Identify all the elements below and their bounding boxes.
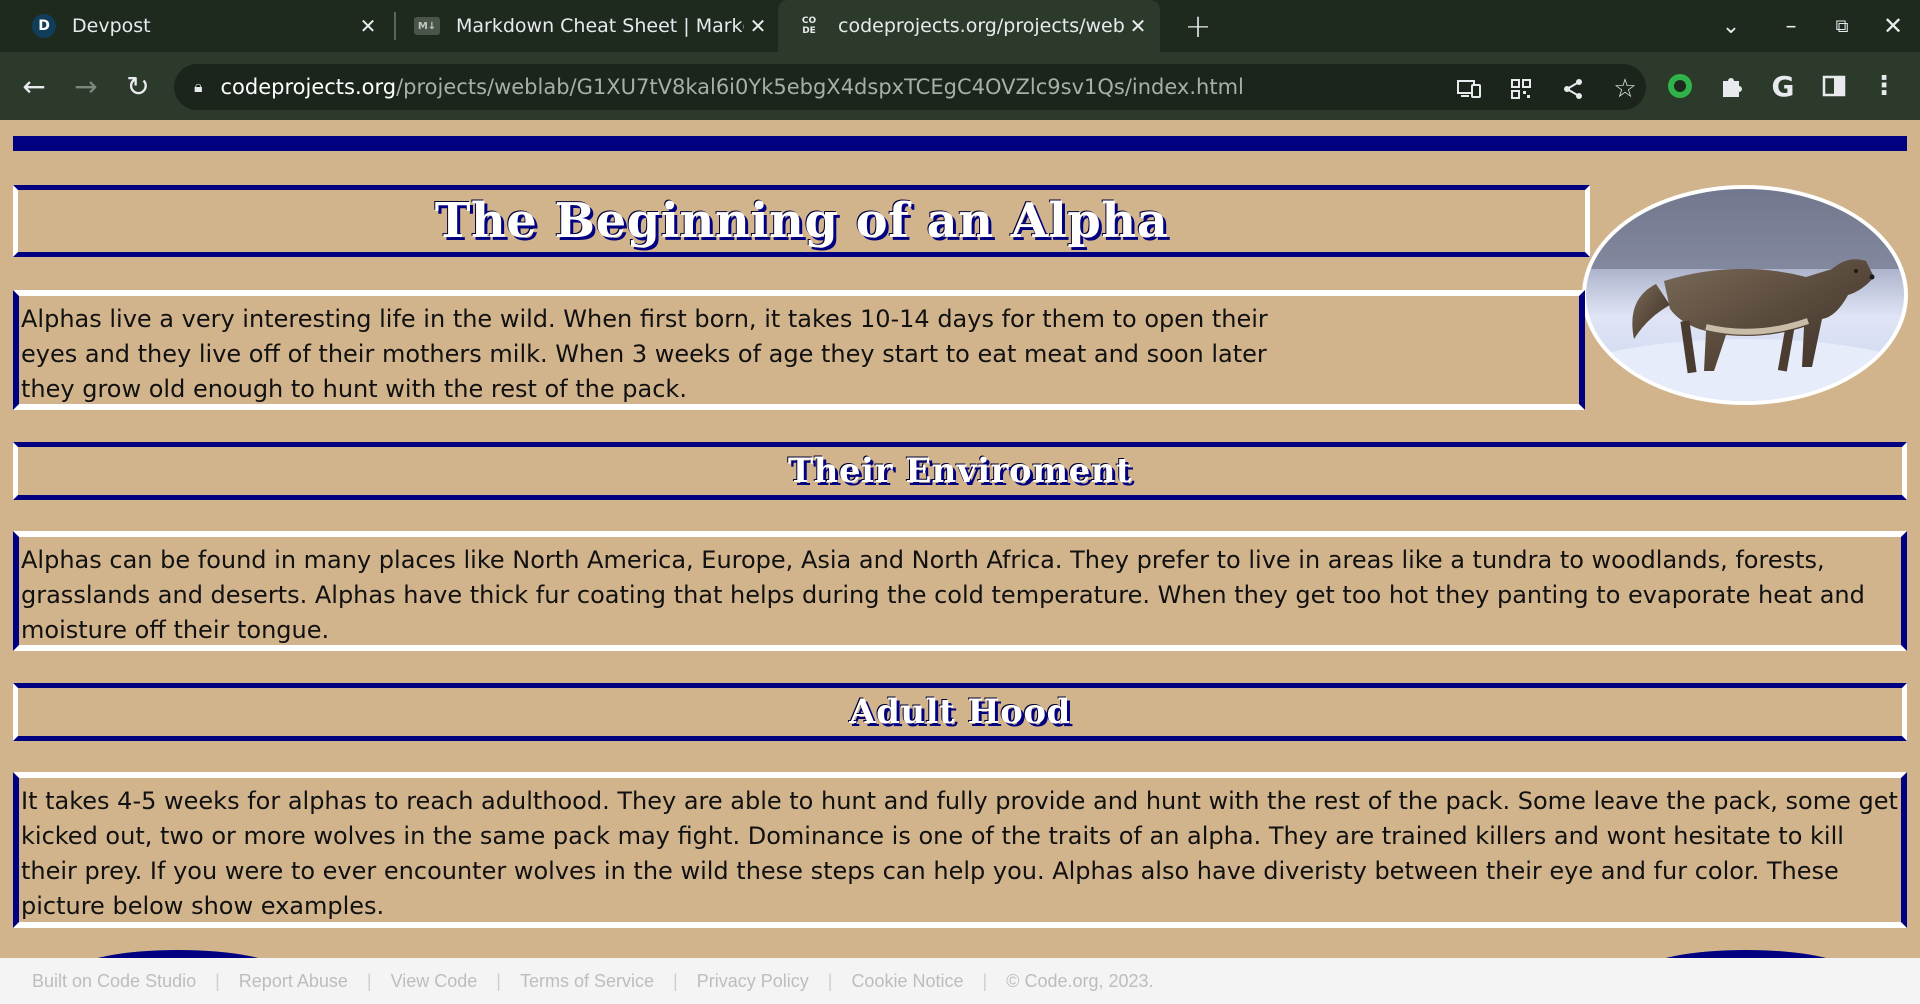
section-heading-adult-hood: Adult Hood [849, 692, 1071, 732]
page-title: The Beginning of an Alpha [434, 193, 1169, 249]
lock-icon[interactable]: 🔒︎ [194, 77, 203, 97]
url-path: /projects/weblab/G1XU7tV8kal6i0Yk5ebgX4d… [396, 75, 1244, 99]
qr-code-icon[interactable] [1504, 72, 1538, 106]
code-studio-footer: Built on Code Studio | Report Abuse | View… [0, 958, 1920, 1004]
top-decorative-bar [13, 136, 1907, 151]
intro-paragraph-box: Alphas live a very interesting life in t… [13, 290, 1585, 410]
footer-link-report-abuse[interactable]: Report Abuse [239, 971, 348, 992]
section-heading-environment: Their Enviroment [787, 451, 1133, 491]
restore-icon[interactable]: ⧉ [1822, 8, 1862, 44]
tab-title: Markdown Cheat Sheet | Markdown [456, 15, 744, 37]
cast-icon[interactable] [1452, 72, 1486, 106]
devpost-favicon-icon: D [32, 14, 56, 38]
close-icon[interactable]: ✕ [354, 12, 382, 40]
adult-hood-paragraph: It takes 4-5 weeks for alphas to reach a… [21, 787, 1898, 920]
close-icon[interactable]: ✕ [744, 12, 772, 40]
reload-icon[interactable]: ↻ [120, 68, 156, 104]
g-extension-icon[interactable]: G [1765, 68, 1801, 104]
codeorg-favicon-icon: CO DE [801, 16, 817, 36]
tab-separator [394, 12, 396, 40]
footer-separator: | [827, 970, 833, 991]
adult-hood-paragraph-box: It takes 4-5 weeks for alphas to reach a… [13, 772, 1907, 928]
browser-toolbar: ← → ↻ 🔒︎ codeprojects.org/projects/webla… [0, 52, 1920, 120]
markdown-favicon-icon: M↓ [414, 17, 440, 35]
green-circle-extension-icon[interactable] [1662, 68, 1698, 104]
side-panel-icon[interactable] [1816, 68, 1852, 104]
share-icon[interactable] [1556, 72, 1590, 106]
footer-separator: | [982, 970, 988, 991]
intro-paragraph: Alphas live a very interesting life in t… [21, 305, 1268, 403]
footer-copyright: © Code.org, 2023. [1006, 970, 1154, 991]
footer-link-privacy-policy[interactable]: Privacy Policy [697, 971, 809, 992]
tab-search-chevron-down-icon[interactable]: ⌄ [1711, 8, 1751, 44]
page-title-box: The Beginning of an Alpha [13, 185, 1590, 257]
footer-separator: | [673, 970, 678, 991]
puzzle-extensions-icon[interactable] [1714, 68, 1750, 104]
section-heading-box: Adult Hood [13, 683, 1907, 741]
footer-link-terms-of-service[interactable]: Terms of Service [520, 971, 654, 992]
wolf-photo [1582, 185, 1908, 405]
star-bookmark-icon[interactable]: ☆ [1608, 72, 1642, 106]
page-content: The Beginning of an Alpha Alphas live a … [0, 120, 1920, 990]
tab-markdown-cheat-sheet[interactable]: M↓ Markdown Cheat Sheet | Markdown ✕ [398, 0, 778, 52]
section-heading-box: Their Enviroment [13, 442, 1907, 500]
tab-codeprojects[interactable]: CO DE codeprojects.org/projects/weblab ✕ [778, 0, 1160, 52]
footer-link-cookie-notice[interactable]: Cookie Notice [851, 971, 963, 992]
footer-separator: | [366, 970, 372, 991]
tab-title: codeprojects.org/projects/weblab [838, 15, 1124, 37]
tab-title: Devpost [72, 15, 151, 37]
environment-paragraph-box: Alphas can be found in many places like … [13, 531, 1907, 651]
back-arrow-left-icon[interactable]: ← [16, 68, 52, 104]
close-icon[interactable]: ✕ [1124, 12, 1152, 40]
footer-separator: | [496, 970, 501, 991]
tab-bar: D Devpost ✕ M↓ Markdown Cheat Sheet | Ma… [0, 0, 1920, 52]
environment-paragraph: Alphas can be found in many places like … [21, 546, 1865, 644]
new-tab-button[interactable]: + [1180, 7, 1216, 45]
address-bar[interactable]: 🔒︎ codeprojects.org/projects/weblab/G1XU… [174, 64, 1646, 110]
tab-devpost[interactable]: D Devpost ✕ [14, 0, 388, 52]
footer-link-view-code[interactable]: View Code [391, 971, 478, 992]
url-host: codeprojects.org [220, 75, 397, 99]
minimize-icon[interactable]: – [1771, 8, 1811, 44]
window-close-icon[interactable]: ✕ [1873, 8, 1913, 44]
forward-arrow-right-icon[interactable]: → [68, 68, 104, 104]
footer-separator: | [215, 970, 220, 991]
kebab-menu-icon[interactable]: ⋮ [1866, 68, 1902, 104]
footer-link-built-on-code-studio[interactable]: Built on Code Studio [32, 971, 196, 992]
